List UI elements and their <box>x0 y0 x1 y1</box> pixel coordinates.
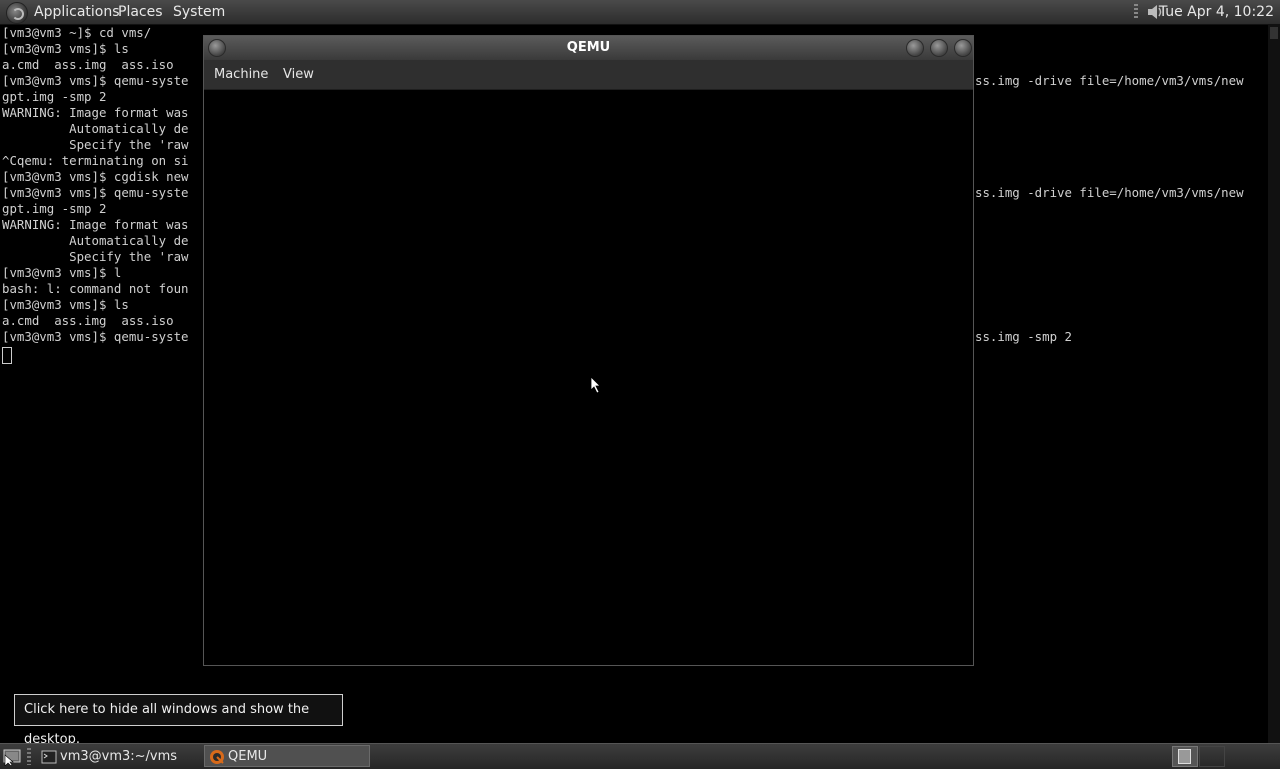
window-title: QEMU <box>566 40 611 55</box>
terminal-line: Specify the 'raw <box>2 137 189 152</box>
machine-menu[interactable]: Machine <box>214 67 268 82</box>
applications-menu[interactable]: Applications <box>34 3 120 21</box>
taskbar-item-label: vm3@vm3:~/vms <box>60 749 178 764</box>
terminal-line: [vm3@vm3 vms]$ l <box>2 265 122 280</box>
qemu-icon <box>210 750 224 764</box>
terminal-line: WARNING: Image format was <box>2 217 189 232</box>
qemu-window[interactable]: QEMU Machine View <box>203 35 974 666</box>
terminal-line: gpt.img -smp 2 <box>2 89 107 104</box>
terminal-line: WARNING: Image format was <box>2 105 189 120</box>
terminal-line: Automatically de <box>2 233 189 248</box>
terminal-line: [vm3@vm3 vms]$ ls <box>2 41 129 56</box>
bottom-panel: vm3@vm3:~/vms QEMU <box>0 743 1280 769</box>
show-desktop-icon[interactable] <box>2 747 22 766</box>
minimize-button[interactable] <box>906 39 924 57</box>
close-button[interactable] <box>954 39 972 57</box>
vm-display[interactable] <box>204 90 973 665</box>
terminal-line: ^Cqemu: terminating on si <box>2 153 189 168</box>
taskbar-item-qemu[interactable]: QEMU <box>204 745 370 767</box>
places-menu[interactable]: Places <box>118 3 163 21</box>
terminal-line: [vm3@vm3 vms]$ cgdisk new <box>2 169 189 184</box>
terminal-line: bash: l: command not foun <box>2 281 189 296</box>
terminal-line: Automatically de <box>2 121 189 136</box>
clock[interactable]: Tue Apr 4, 10:22 <box>1159 3 1274 21</box>
panel-handle[interactable] <box>1134 4 1138 20</box>
panel-handle[interactable] <box>27 748 31 765</box>
terminal-line-tail: ss.img -drive file=/home/vm3/vms/new <box>975 73 1244 88</box>
terminal-scrollbar[interactable] <box>1268 25 1280 743</box>
scrollbar-thumb[interactable] <box>1270 27 1278 39</box>
workspace-switcher-1[interactable] <box>1172 746 1198 767</box>
terminal-line: Specify the 'raw <box>2 249 189 264</box>
terminal-line: [vm3@vm3 vms]$ qemu-syste <box>2 185 189 200</box>
show-desktop-tooltip: Click here to hide all windows and show … <box>14 694 343 747</box>
taskbar-item-label: QEMU <box>228 749 268 764</box>
workspace-window-thumb <box>1178 749 1191 764</box>
system-menu[interactable]: System <box>173 3 225 21</box>
terminal-line: a.cmd ass.img ass.iso <box>2 313 189 328</box>
terminal-cursor <box>2 347 12 364</box>
top-panel: Applications Places System Tue Apr 4, 10… <box>0 0 1280 25</box>
qemu-titlebar[interactable]: QEMU <box>204 36 973 60</box>
workspace-switcher-2[interactable] <box>1199 746 1225 767</box>
terminal-line: [vm3@vm3 ~]$ cd vms/ <box>2 25 152 40</box>
taskbar-item-terminal[interactable]: vm3@vm3:~/vms <box>36 745 202 767</box>
view-menu[interactable]: View <box>283 67 314 82</box>
maximize-button[interactable] <box>930 39 948 57</box>
terminal-icon <box>41 750 57 764</box>
terminal-line: [vm3@vm3 vms]$ qemu-syste <box>2 73 189 88</box>
distro-logo-icon[interactable] <box>6 2 28 24</box>
terminal-line: [vm3@vm3 vms]$ ls <box>2 297 129 312</box>
qemu-menubar: Machine View <box>204 60 973 90</box>
mouse-pointer-icon <box>590 376 601 394</box>
terminal-line: a.cmd ass.img ass.iso <box>2 57 189 72</box>
terminal-line-tail: ss.img -smp 2 <box>975 329 1072 344</box>
terminal-line-tail: ss.img -drive file=/home/vm3/vms/new <box>975 185 1244 200</box>
terminal-line: [vm3@vm3 vms]$ qemu-syste <box>2 329 189 344</box>
terminal-line: gpt.img -smp 2 <box>2 201 107 216</box>
